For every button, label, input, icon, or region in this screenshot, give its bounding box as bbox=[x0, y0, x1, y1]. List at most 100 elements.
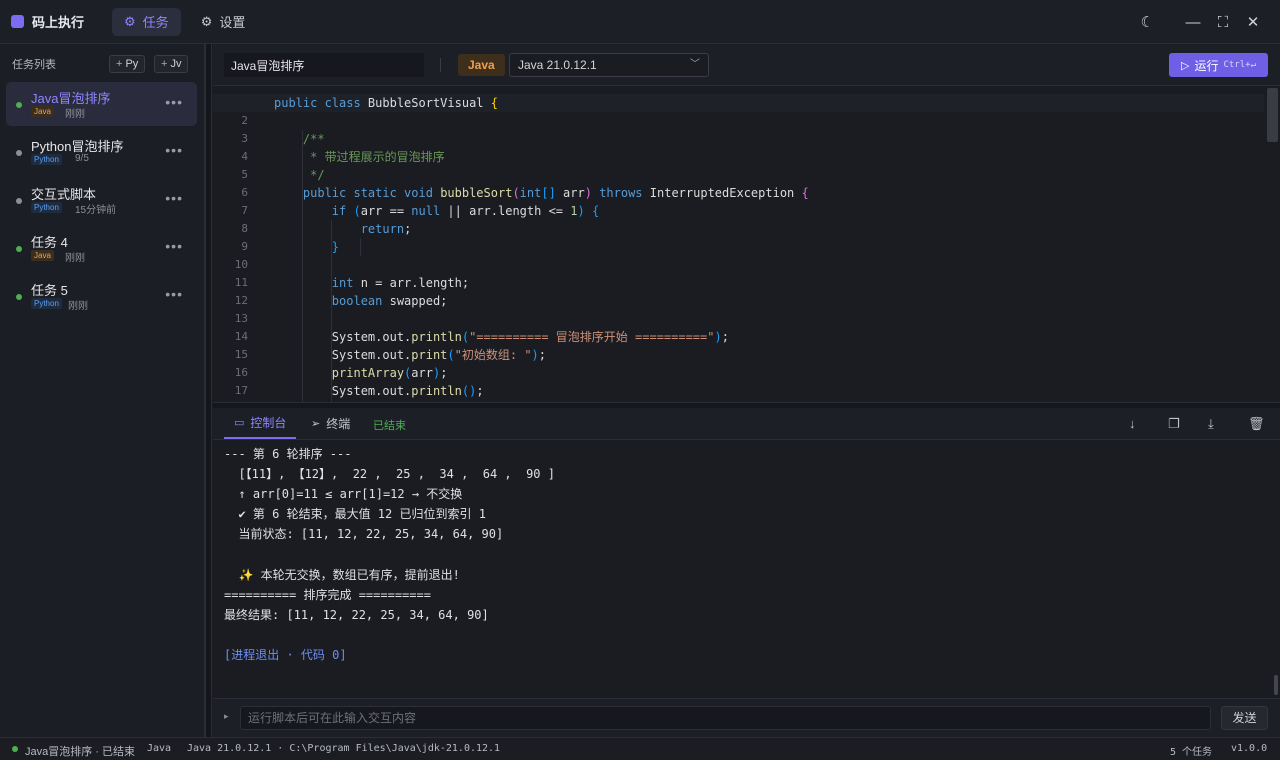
minimize-icon[interactable]: — bbox=[1178, 14, 1208, 31]
stdin-bar: ▸ 发送 bbox=[213, 698, 1280, 737]
run-label: 运行 bbox=[1194, 58, 1219, 73]
task-item[interactable]: 任务 5 Python 刚刚 ••• bbox=[6, 274, 197, 318]
monitor-icon: ▭ bbox=[234, 417, 245, 429]
sidebar: 任务列表 + Py + Jv Java冒泡排序 Java 刚刚 ••• Pyth… bbox=[0, 44, 205, 737]
task-item[interactable]: 任务 4 Java 刚刚 ••• bbox=[6, 226, 197, 270]
console-line: ✔ 第 6 轮结束，最大值 12 已归位到索引 1 bbox=[224, 507, 486, 522]
console-scrollbar[interactable] bbox=[1274, 675, 1278, 695]
code-editor[interactable]: 1234567891011121314151617 public class B… bbox=[213, 86, 1280, 402]
task-status-dot bbox=[16, 198, 22, 204]
task-time: 刚刚 bbox=[68, 301, 88, 312]
code-line: printArray(arr); bbox=[331, 366, 448, 380]
console-line: --- 第 6 轮排序 --- bbox=[224, 447, 352, 461]
task-time: 刚刚 bbox=[65, 109, 85, 120]
plus-icon: + bbox=[161, 58, 168, 70]
task-time: 9/5 bbox=[75, 153, 89, 164]
tab-terminal[interactable]: ➢ 终端 bbox=[301, 408, 360, 439]
console-line: 当前状态: [11, 12, 22, 25, 34, 64, 90] bbox=[224, 527, 504, 542]
task-status-dot bbox=[16, 102, 22, 108]
tab-console[interactable]: ▭ 控制台 bbox=[224, 408, 297, 439]
run-status-label: 已结束 bbox=[373, 420, 406, 432]
line-number: 10 bbox=[234, 258, 248, 271]
sidebar-header: 任务列表 + Py + Jv bbox=[0, 44, 204, 84]
logo-icon bbox=[11, 15, 24, 28]
maximize-icon[interactable]: ⛶ bbox=[1208, 14, 1238, 31]
version-select-value: Java 21.0.12.1 bbox=[518, 58, 597, 72]
console-line: ✨ 本轮无交换，数组已有序，提前退出! bbox=[224, 567, 460, 582]
code-lines: public class BubbleSortVisual { /** * 带过… bbox=[213, 94, 1264, 400]
more-icon[interactable]: ••• bbox=[165, 94, 183, 110]
status-bar: Java冒泡排序 · 已结束 Java Java 21.0.12.1 · C:\… bbox=[0, 737, 1280, 760]
more-icon[interactable]: ••• bbox=[165, 238, 183, 254]
more-icon[interactable]: ••• bbox=[165, 190, 183, 206]
more-icon[interactable]: ••• bbox=[165, 142, 183, 158]
line-number: 6 bbox=[241, 186, 248, 199]
task-language-tag: Java bbox=[31, 250, 54, 261]
code-line: */ bbox=[310, 168, 325, 182]
chevron-down-icon: ﹀ bbox=[690, 59, 700, 70]
add-python-label: Py bbox=[125, 58, 139, 70]
task-time: 刚刚 bbox=[65, 253, 85, 264]
run-button[interactable]: ▷ 运行 Ctrl+↵ bbox=[1169, 53, 1268, 77]
line-number: 16 bbox=[234, 366, 248, 379]
task-name: 任务 4 bbox=[31, 235, 68, 250]
status-task-count: 5 个任务 bbox=[1170, 747, 1213, 758]
more-icon[interactable]: ••• bbox=[165, 286, 183, 302]
trash-icon[interactable]: 🗑 bbox=[1248, 416, 1265, 432]
code-line: System.out.print("初始数组: "); bbox=[274, 348, 547, 362]
tab-console-label: 控制台 bbox=[250, 416, 287, 430]
nav-tab-settings[interactable]: ⚙ 设置 bbox=[189, 8, 258, 36]
play-icon: ▷ bbox=[1181, 59, 1190, 72]
sidebar-title: 任务列表 bbox=[12, 59, 56, 71]
code-line: boolean swapped; bbox=[331, 294, 448, 308]
line-number: 2 bbox=[241, 114, 248, 127]
line-number: 8 bbox=[241, 222, 248, 235]
console-line: [【11】, 【12】, 22 , 25 , 34 , 64 , 90 ] bbox=[224, 467, 555, 482]
gear-icon: ⚙ bbox=[124, 13, 136, 29]
app-title: 码上执行 bbox=[32, 15, 85, 30]
window-controls: — ⛶ ✕ bbox=[1178, 0, 1280, 44]
task-item[interactable]: Java冒泡排序 Java 刚刚 ••• bbox=[6, 82, 197, 126]
send-button[interactable]: 发送 bbox=[1221, 706, 1268, 730]
scroll-down-icon[interactable]: ↓ bbox=[1129, 416, 1136, 431]
app-window: 码上执行 ⚙ 任务 ⚙ 设置 ☾ — ⛶ ✕ 任务列表 + Py + Jv Ja… bbox=[0, 0, 1280, 760]
editor-toolbar: Java Java 21.0.12.1 ﹀ ▷ 运行 Ctrl+↵ bbox=[213, 44, 1280, 86]
version-select[interactable]: Java 21.0.12.1 ﹀ bbox=[509, 53, 709, 77]
line-number: 12 bbox=[234, 294, 248, 307]
copy-icon[interactable]: ❐ bbox=[1168, 416, 1180, 432]
add-python-button[interactable]: + Py bbox=[109, 55, 146, 73]
language-badge: Java bbox=[458, 54, 505, 76]
line-number: 7 bbox=[241, 204, 248, 217]
download-icon[interactable]: ⤓ bbox=[1208, 416, 1214, 432]
stdin-input[interactable] bbox=[240, 706, 1211, 730]
code-line: if (arr == null || arr.length <= 1) { bbox=[331, 204, 600, 218]
code-line: System.out.println(); bbox=[274, 384, 484, 398]
plus-icon: + bbox=[116, 58, 123, 70]
code-line: } bbox=[331, 240, 340, 254]
task-item[interactable]: Python冒泡排序 Python 9/5 ••• bbox=[6, 130, 197, 174]
sidebar-resize-handle[interactable] bbox=[205, 44, 212, 737]
line-number-gutter: 1234567891011121314151617 bbox=[213, 94, 261, 400]
task-language-tag: Python bbox=[31, 154, 62, 165]
status-runtime: Java 21.0.12.1 · C:\Program Files\Java\j… bbox=[187, 743, 501, 754]
moon-icon[interactable]: ☾ bbox=[1141, 13, 1154, 31]
code-line: /** bbox=[302, 132, 325, 146]
task-name-input[interactable] bbox=[224, 53, 424, 77]
code-line: public static void bubbleSort(int[] arr)… bbox=[302, 186, 809, 200]
add-java-button[interactable]: + Jv bbox=[154, 55, 189, 73]
line-number: 17 bbox=[234, 384, 248, 397]
code-line: public class BubbleSortVisual { bbox=[213, 94, 1264, 112]
task-language-tag: Python bbox=[31, 202, 62, 213]
close-icon[interactable]: ✕ bbox=[1238, 13, 1268, 31]
nav-tab-tasks[interactable]: ⚙ 任务 bbox=[112, 7, 181, 36]
editor-scrollbar[interactable] bbox=[1267, 88, 1278, 142]
line-number: 14 bbox=[234, 330, 248, 343]
run-shortcut: Ctrl+↵ bbox=[1223, 60, 1256, 70]
task-item[interactable]: 交互式脚本 Python 15分钟前 ••• bbox=[6, 178, 197, 222]
line-number: 9 bbox=[241, 240, 248, 253]
task-status-dot bbox=[16, 294, 22, 300]
title-bar: 码上执行 ⚙ 任务 ⚙ 设置 ☾ — ⛶ ✕ bbox=[0, 0, 1280, 44]
task-language-tag: Java bbox=[31, 106, 54, 117]
